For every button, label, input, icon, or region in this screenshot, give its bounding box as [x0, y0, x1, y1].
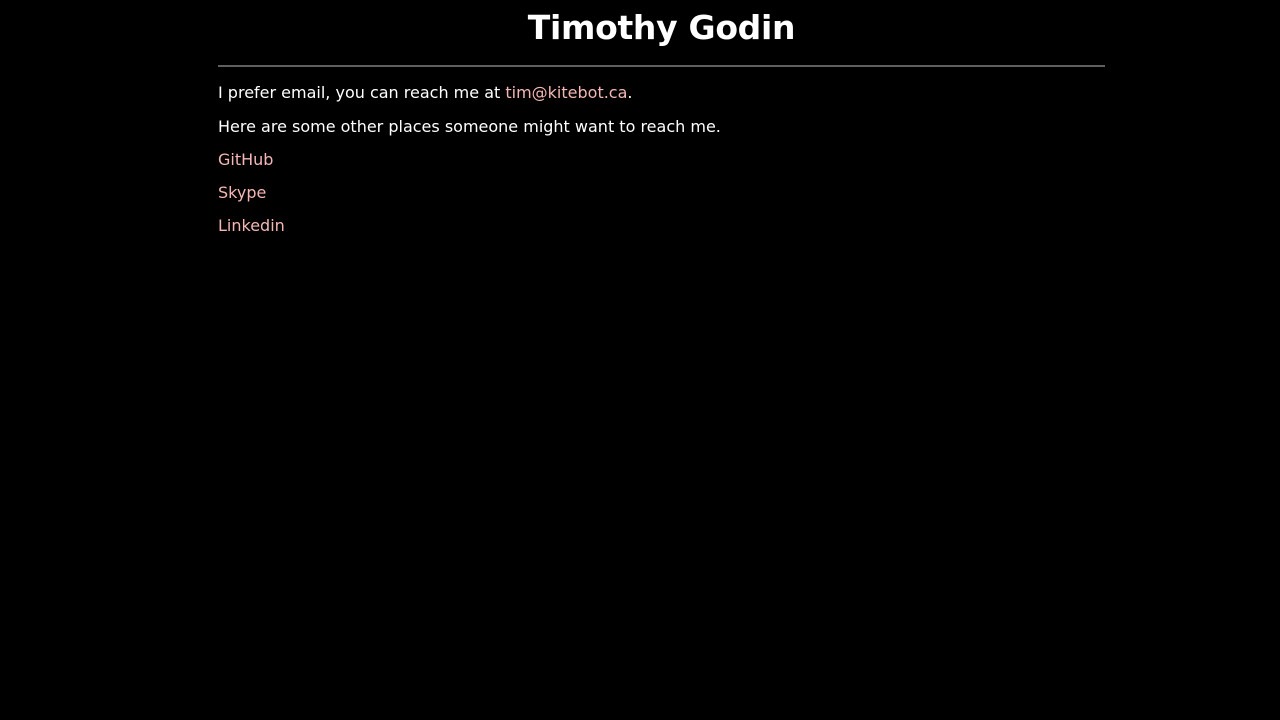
github-link[interactable]: GitHub	[218, 150, 273, 169]
title-divider	[218, 65, 1105, 67]
email-intro-text: I prefer email, you can reach me at	[218, 83, 506, 102]
email-link[interactable]: tim@kitebot.ca	[505, 83, 627, 102]
link-row-linkedin: Linkedin	[218, 216, 1105, 236]
email-intro-suffix: .	[627, 83, 633, 102]
page-title: Timothy Godin	[527, 8, 796, 47]
skype-link[interactable]: Skype	[218, 183, 266, 202]
link-row-skype: Skype	[218, 183, 1105, 203]
linkedin-link[interactable]: Linkedin	[218, 216, 285, 235]
link-row-github: GitHub	[218, 150, 1105, 170]
other-places-text: Here are some other places someone might…	[218, 117, 721, 136]
email-paragraph: I prefer email, you can reach me at tim@…	[218, 83, 1105, 103]
page-content: Timothy Godin I prefer email, you can re…	[218, 0, 1105, 236]
